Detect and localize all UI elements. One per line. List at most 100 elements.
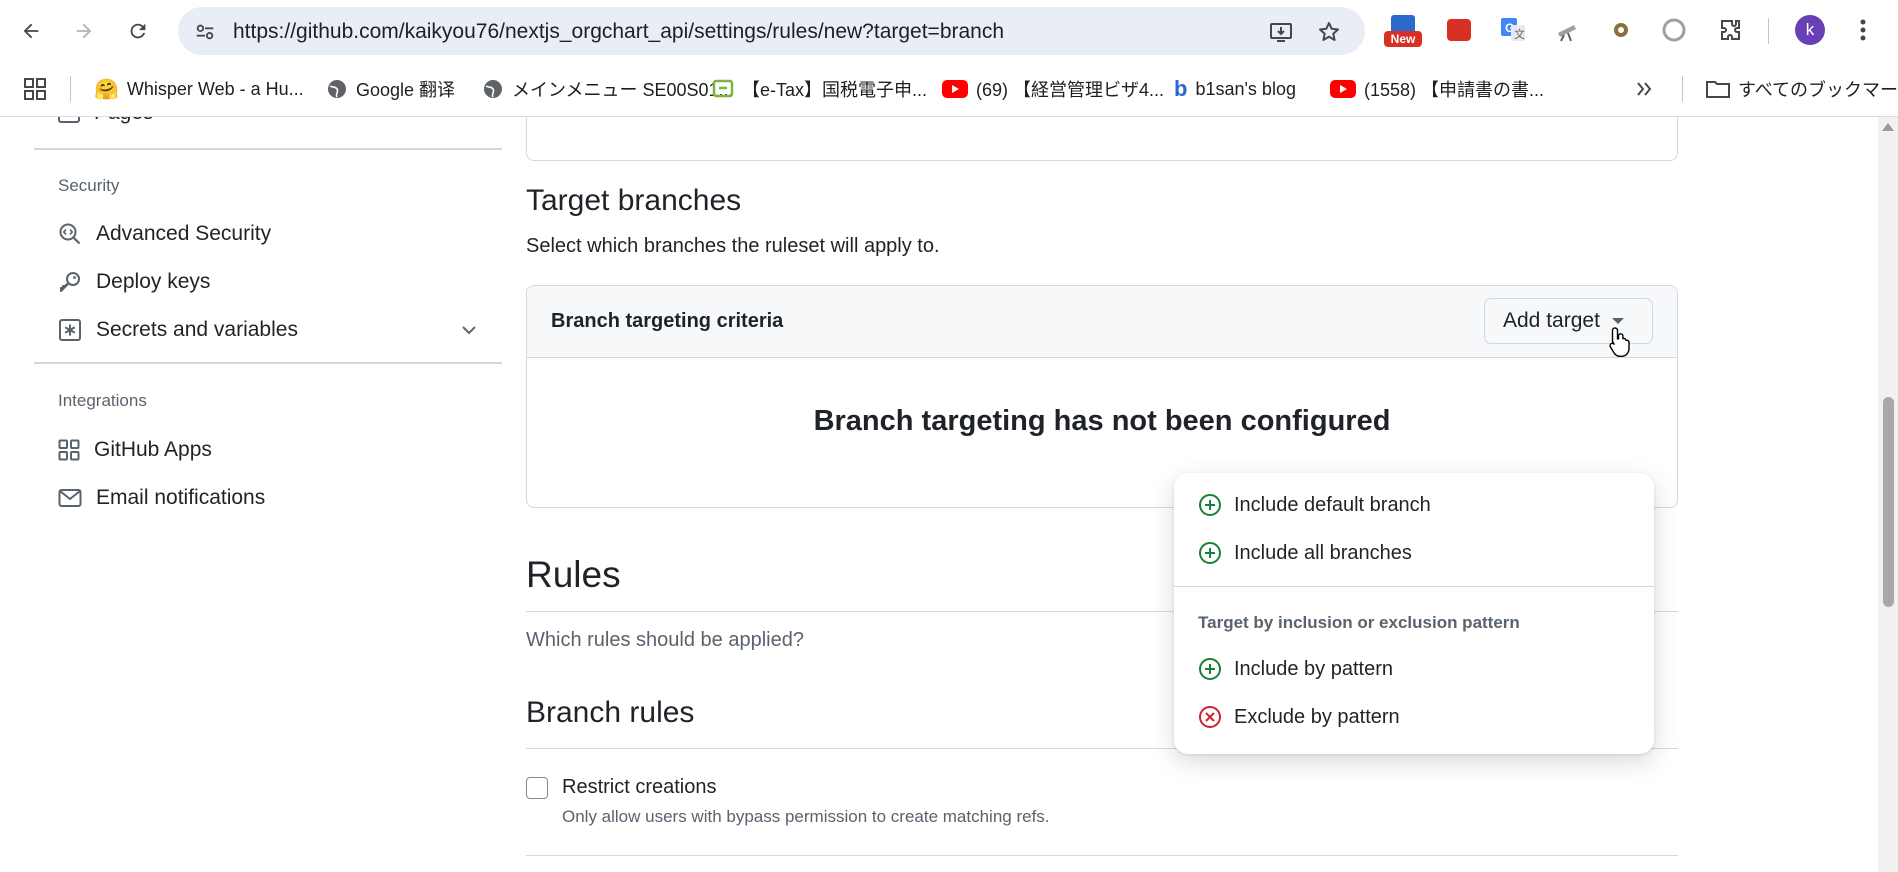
reload-button[interactable]: [120, 13, 156, 49]
sidebar-item-deploy-keys[interactable]: Deploy keys: [58, 266, 478, 298]
arrow-right-icon: [76, 23, 92, 39]
branch-targeting-header: Branch targeting criteria Add target: [527, 286, 1677, 358]
branch-rules-title: Branch rules: [526, 696, 695, 729]
all-bookmarks-label: すべてのブックマーク: [1738, 80, 1898, 100]
install-app-icon[interactable]: [1268, 19, 1294, 45]
sidebar-item-pages[interactable]: Pages: [58, 117, 478, 129]
sidebar-item-label: Secrets and variables: [96, 318, 298, 341]
globe-icon: [328, 80, 346, 98]
extension-new-icon[interactable]: New: [1384, 13, 1422, 47]
bookmark-youtube-69[interactable]: (69) 【経営管理ビザ4...: [942, 76, 1164, 102]
menu-item-include-all-branches[interactable]: Include all branches: [1198, 537, 1412, 569]
target-branches-title: Target branches: [526, 184, 742, 217]
bookmarks-bar: 🤗 Whisper Web - a Hu... Google 翻译 メインメニュ…: [0, 62, 1898, 117]
bookmark-etax[interactable]: 【e-Tax】国税電子申...: [712, 76, 927, 102]
sidebar-item-github-apps[interactable]: GitHub Apps: [58, 434, 478, 466]
new-badge: New: [1384, 31, 1422, 47]
sidebar-divider: [34, 148, 502, 150]
sidebar-item-label: Advanced Security: [96, 222, 272, 245]
bookmark-main-menu[interactable]: メインメニュー SE00S01...: [482, 76, 734, 102]
menu-item-label: Include all branches: [1234, 541, 1412, 564]
reload-icon: [130, 23, 146, 39]
x-circle-icon: [1199, 706, 1221, 728]
youtube-icon: [1330, 80, 1356, 98]
google-translate-icon[interactable]: G文: [1496, 13, 1530, 47]
menu-item-include-by-pattern[interactable]: Include by pattern: [1198, 653, 1393, 685]
forward-button[interactable]: [66, 13, 102, 49]
extensions-puzzle-icon[interactable]: [1714, 13, 1748, 47]
site-info-icon[interactable]: [192, 19, 218, 45]
profile-avatar[interactable]: k: [1793, 13, 1827, 47]
bookmark-google-translate[interactable]: Google 翻译: [326, 76, 455, 102]
sidebar-item-label: Email notifications: [96, 486, 266, 509]
sidebar-item-email-notifications[interactable]: Email notifications: [58, 482, 478, 514]
add-target-label: Add target: [1503, 309, 1600, 332]
plus-circle-icon: [1199, 658, 1221, 680]
globe-icon: [484, 80, 502, 98]
codescan-icon: [59, 223, 81, 245]
menu-item-exclude-by-pattern[interactable]: Exclude by pattern: [1198, 701, 1400, 733]
bookmark-label: Google 翻译: [356, 80, 456, 100]
apps-grid-icon[interactable]: [24, 76, 46, 102]
hugging-face-icon: 🤗: [94, 78, 119, 101]
rules-title: Rules: [526, 554, 621, 595]
scroll-up-icon[interactable]: [1882, 123, 1894, 131]
address-bar[interactable]: https://github.com/kaikyou76/nextjs_orgc…: [178, 7, 1365, 55]
folder-icon: [1706, 81, 1730, 98]
menu-item-include-default-branch[interactable]: Include default branch: [1198, 489, 1431, 521]
youtube-icon: [942, 80, 968, 98]
page-scrollbar[interactable]: [1878, 117, 1898, 872]
bookmark-label: (69) 【経営管理ビザ4...: [976, 80, 1165, 100]
scrollbar-thumb[interactable]: [1883, 397, 1894, 607]
triangle-down-icon: [1611, 318, 1624, 324]
extension-puzzle-gear-icon[interactable]: [1604, 13, 1638, 47]
sidebar-divider: [34, 362, 502, 364]
sidebar-item-label: Pages: [94, 117, 154, 125]
menu-group-heading: Target by inclusion or exclusion pattern: [1198, 613, 1520, 632]
extension-chatgpt-icon[interactable]: [1657, 13, 1691, 47]
url-text[interactable]: https://github.com/kaikyou76/nextjs_orgc…: [233, 20, 1004, 44]
menu-item-label: Include default branch: [1234, 493, 1431, 516]
plus-circle-icon: [1199, 494, 1221, 516]
add-target-menu: Include default branch Include all branc…: [1174, 473, 1654, 754]
key-icon: [60, 272, 80, 292]
rules-subtitle: Which rules should be applied?: [526, 629, 804, 651]
all-bookmarks[interactable]: すべてのブックマーク: [1706, 76, 1898, 102]
restrict-creations-description: Only allow users with bypass permission …: [562, 807, 1050, 826]
restrict-creations-checkbox[interactable]: [526, 777, 548, 799]
bookmark-b1san[interactable]: b b1san's blog: [1174, 76, 1296, 102]
browser-toolbar: https://github.com/kaikyou76/nextjs_orgc…: [0, 0, 1898, 62]
bookmark-whisper[interactable]: 🤗 Whisper Web - a Hu...: [94, 76, 304, 102]
bookmark-label: 【e-Tax】国税電子申...: [742, 80, 928, 100]
bookmark-youtube-1558[interactable]: (1558) 【申請書の書...: [1330, 76, 1544, 102]
bookmark-label: Whisper Web - a Hu...: [126, 78, 304, 99]
sidebar-item-secrets-and-variables[interactable]: Secrets and variables: [58, 314, 478, 346]
plus-circle-icon: [1199, 542, 1221, 564]
bookmark-label: メインメニュー SE00S01...: [512, 80, 734, 100]
branch-targeting-criteria-label: Branch targeting criteria: [551, 310, 784, 332]
svg-text:文: 文: [1514, 27, 1525, 41]
restrict-creations-label[interactable]: Restrict creations: [562, 776, 717, 799]
browser-icon: [58, 117, 80, 123]
bookmark-label: b1san's blog: [1195, 78, 1296, 99]
extension-red-icon[interactable]: [1442, 13, 1476, 47]
back-button[interactable]: [13, 13, 49, 49]
arrow-left-icon: [23, 23, 39, 39]
chrome-menu-icon[interactable]: [1846, 13, 1880, 47]
hand-cursor-icon: [1609, 327, 1630, 357]
branch-targeting-blank-state: Branch targeting has not been configured: [813, 405, 1391, 437]
sidebar-item-label: Deploy keys: [96, 270, 211, 293]
menu-divider: [1174, 586, 1654, 587]
extension-telescope-icon[interactable]: [1550, 13, 1584, 47]
more-bookmarks-icon[interactable]: [1636, 76, 1652, 102]
menu-item-label: Include by pattern: [1234, 657, 1393, 680]
chevron-down-icon[interactable]: [460, 321, 478, 339]
rule-divider: [526, 855, 1678, 856]
bookmark-star-icon[interactable]: [1316, 19, 1342, 45]
sidebar-heading-security: Security: [58, 176, 120, 195]
sidebar-item-advanced-security[interactable]: Advanced Security: [58, 218, 478, 250]
etax-icon: [712, 79, 734, 98]
bookmark-label: (1558) 【申請書の書...: [1364, 80, 1545, 100]
apps-icon: [58, 439, 80, 461]
sidebar-item-label: GitHub Apps: [94, 438, 212, 461]
